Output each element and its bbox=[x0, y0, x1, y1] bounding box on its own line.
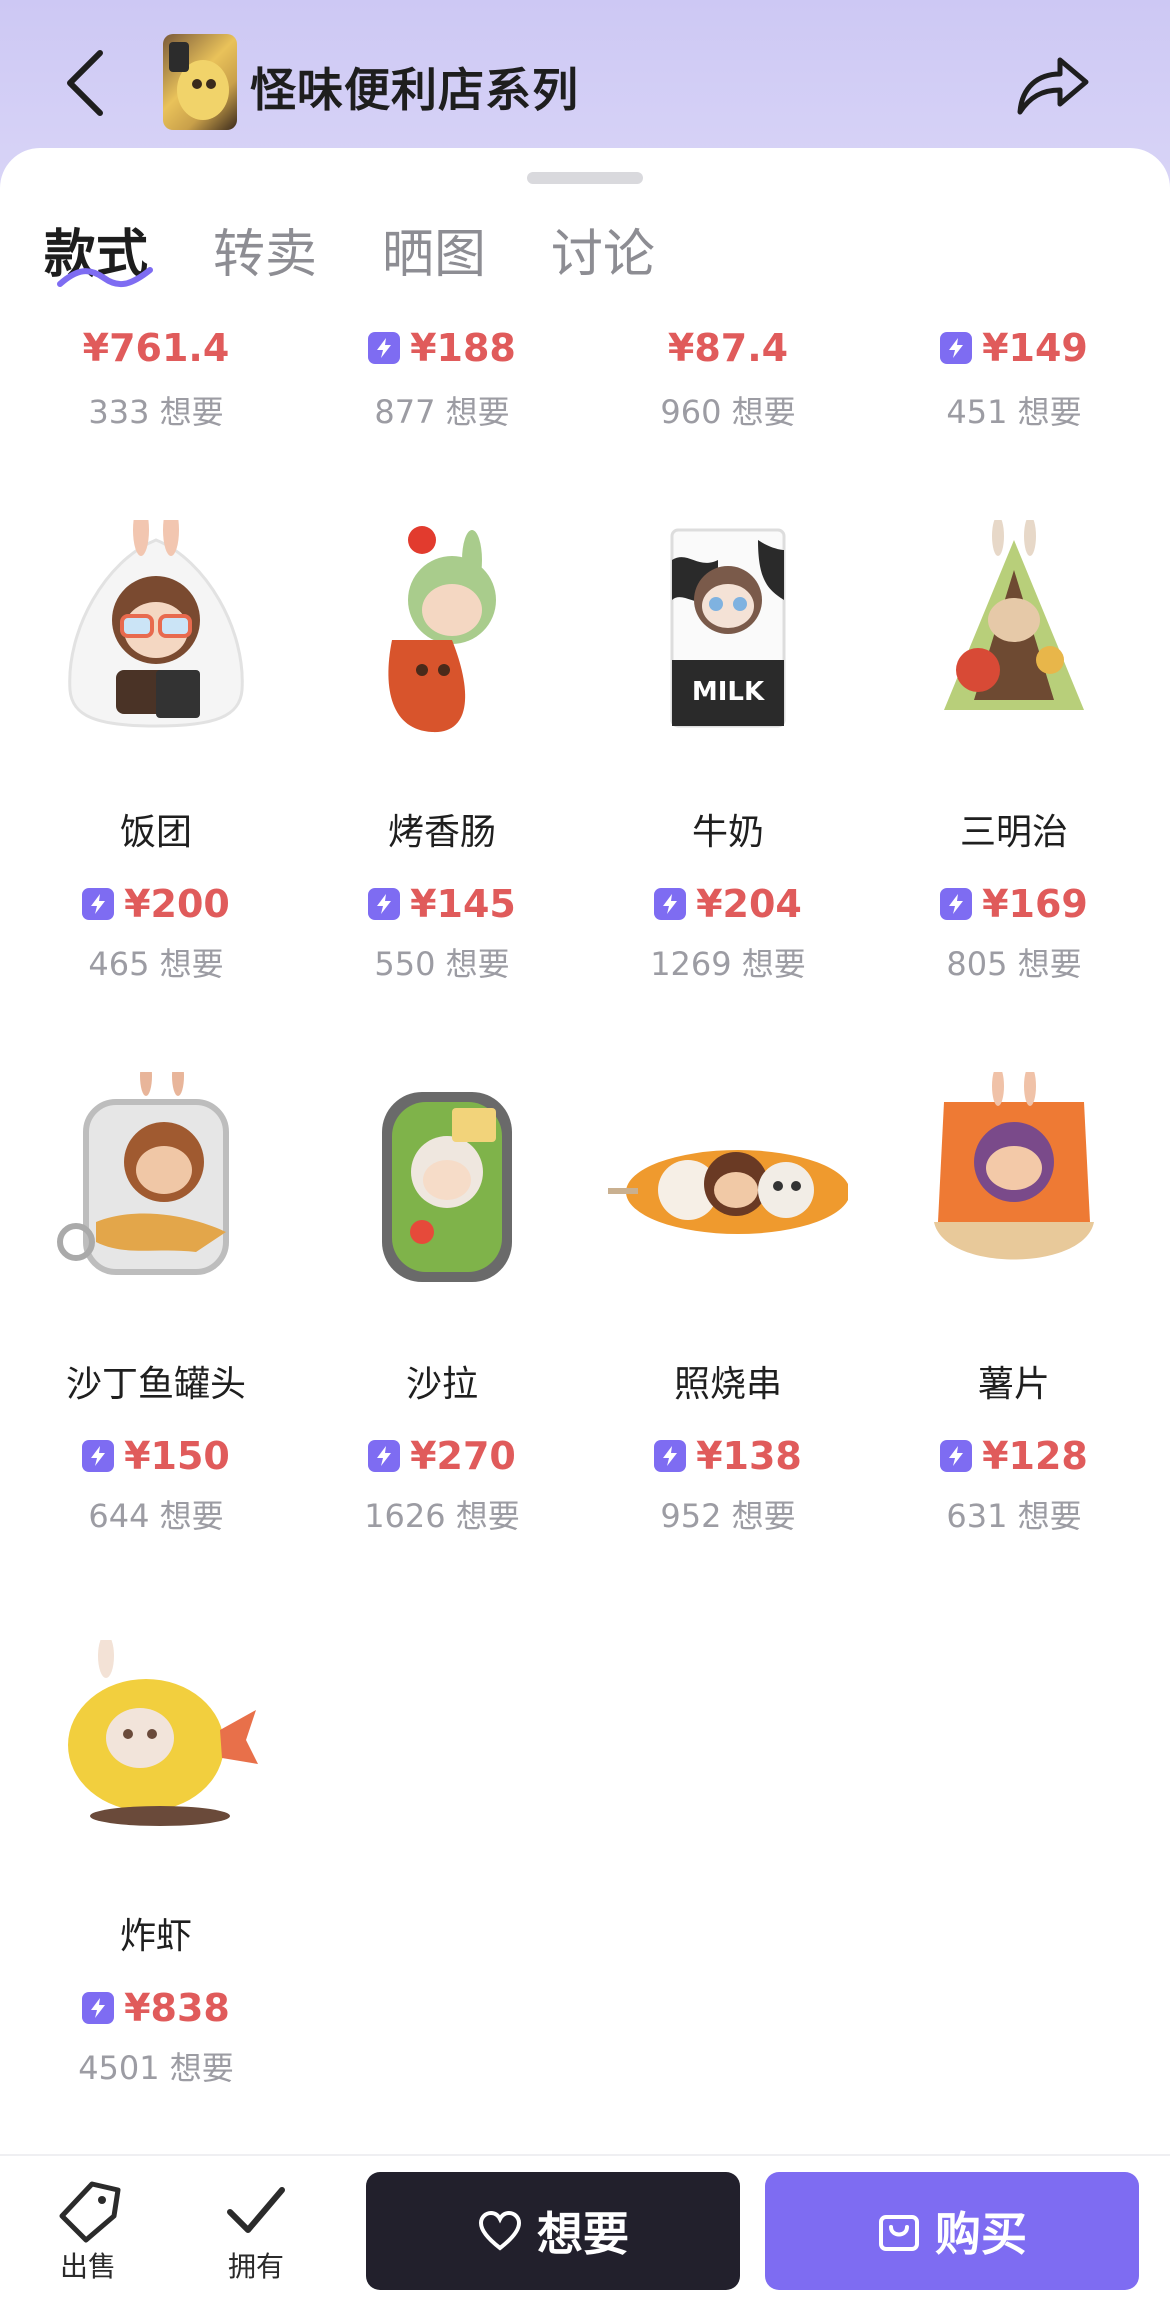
flash-icon bbox=[940, 332, 973, 364]
page-title: 怪味便利店系列 bbox=[250, 63, 579, 117]
flash-icon bbox=[654, 1440, 687, 1472]
price-partial-1: ¥761.4 bbox=[82, 326, 230, 370]
flash-icon bbox=[654, 888, 687, 920]
product-price: ¥838 bbox=[56, 1980, 256, 2036]
product-image-rice-ball[interactable] bbox=[36, 504, 276, 740]
want-count-partial-4: 451 想要 bbox=[946, 393, 1082, 431]
price-partial-2: ¥188 bbox=[342, 320, 542, 376]
sell-button[interactable] bbox=[58, 2180, 122, 2244]
header: 怪味便利店系列 bbox=[0, 0, 1170, 150]
want-count: 1269 想要 bbox=[650, 945, 806, 983]
flash-icon bbox=[368, 888, 401, 920]
buy-button[interactable]: 购买 bbox=[765, 2172, 1139, 2290]
product-price: ¥150 bbox=[56, 1428, 256, 1484]
product-name[interactable]: 炸虾 bbox=[56, 1906, 256, 1960]
product-price: ¥204 bbox=[628, 876, 828, 932]
product-image-milk[interactable]: MILK bbox=[608, 520, 848, 740]
want-count: 631 想要 bbox=[946, 1497, 1082, 1535]
tab-resale[interactable]: 转卖 bbox=[213, 212, 317, 287]
chevron-left-icon bbox=[67, 50, 103, 116]
want-count: 465 想要 bbox=[88, 945, 224, 983]
product-name[interactable]: 三明治 bbox=[914, 802, 1114, 856]
want-count: 952 想要 bbox=[660, 1497, 796, 1535]
flash-icon bbox=[82, 1440, 115, 1472]
buy-button-label: 购买 bbox=[935, 2207, 1027, 2261]
share-button[interactable] bbox=[1012, 42, 1092, 122]
product-price: ¥138 bbox=[628, 1428, 828, 1484]
product-name[interactable]: 牛奶 bbox=[628, 802, 828, 856]
checkmark-icon bbox=[227, 2187, 285, 2233]
tab-photos[interactable]: 晒图 bbox=[382, 212, 486, 287]
want-count: 4501 想要 bbox=[78, 2049, 234, 2087]
want-count-partial-2: 877 想要 bbox=[374, 393, 510, 431]
product-image-fried-shrimp[interactable] bbox=[36, 1634, 276, 1860]
product-price: ¥200 bbox=[56, 876, 256, 932]
product-name[interactable]: 沙拉 bbox=[342, 1354, 542, 1408]
flash-icon bbox=[82, 888, 115, 920]
flash-icon bbox=[940, 1440, 973, 1472]
product-name[interactable]: 照烧串 bbox=[628, 1354, 828, 1408]
want-button[interactable]: 想要 bbox=[366, 2172, 740, 2290]
want-count-partial-3: 960 想要 bbox=[660, 393, 796, 431]
product-price: ¥128 bbox=[914, 1428, 1114, 1484]
product-image-sandwich[interactable] bbox=[894, 516, 1134, 740]
tab-bar: 款式 转卖 晒图 讨论 bbox=[0, 200, 1170, 300]
product-price: ¥145 bbox=[342, 876, 542, 932]
product-name[interactable]: 烤香肠 bbox=[342, 802, 542, 856]
want-button-label: 想要 bbox=[537, 2207, 629, 2261]
flash-icon bbox=[82, 1992, 115, 2024]
svg-text:MILK: MILK bbox=[692, 677, 765, 707]
want-count: 805 想要 bbox=[946, 945, 1082, 983]
tab-discussion[interactable]: 讨论 bbox=[551, 212, 655, 287]
price-partial-3: ¥87.4 bbox=[667, 326, 789, 370]
series-avatar bbox=[163, 34, 237, 130]
drag-handle[interactable] bbox=[527, 172, 643, 184]
product-name[interactable]: 沙丁鱼罐头 bbox=[56, 1354, 256, 1408]
product-name[interactable]: 饭团 bbox=[56, 802, 256, 856]
product-price: ¥270 bbox=[342, 1428, 542, 1484]
flash-icon bbox=[940, 888, 973, 920]
flash-icon bbox=[368, 332, 401, 364]
active-tab-indicator bbox=[57, 267, 153, 288]
price-partial-4: ¥149 bbox=[914, 320, 1114, 376]
product-image-salad[interactable] bbox=[322, 1072, 562, 1292]
shopping-bag-icon bbox=[877, 2209, 921, 2253]
want-count: 550 想要 bbox=[374, 945, 510, 983]
own-label[interactable]: 拥有 bbox=[228, 2245, 284, 2285]
product-name[interactable]: 薯片 bbox=[914, 1354, 1114, 1408]
product-image-sardine-can[interactable] bbox=[36, 1056, 276, 1292]
own-button[interactable] bbox=[224, 2180, 288, 2244]
product-image-sausage[interactable] bbox=[322, 520, 562, 740]
sell-label[interactable]: 出售 bbox=[60, 2245, 116, 2285]
want-count: 1626 想要 bbox=[364, 1497, 520, 1535]
product-image-potato-chips[interactable] bbox=[894, 1066, 1134, 1292]
back-button[interactable] bbox=[58, 45, 118, 121]
want-count: 644 想要 bbox=[88, 1497, 224, 1535]
product-image-teriyaki-skewer[interactable] bbox=[608, 1072, 850, 1292]
want-count-partial-1: 333 想要 bbox=[88, 393, 224, 431]
tag-icon bbox=[59, 2181, 121, 2243]
flash-icon bbox=[368, 1440, 401, 1472]
share-arrow-icon bbox=[1017, 57, 1089, 115]
heart-icon bbox=[477, 2210, 523, 2252]
product-price: ¥169 bbox=[914, 876, 1114, 932]
